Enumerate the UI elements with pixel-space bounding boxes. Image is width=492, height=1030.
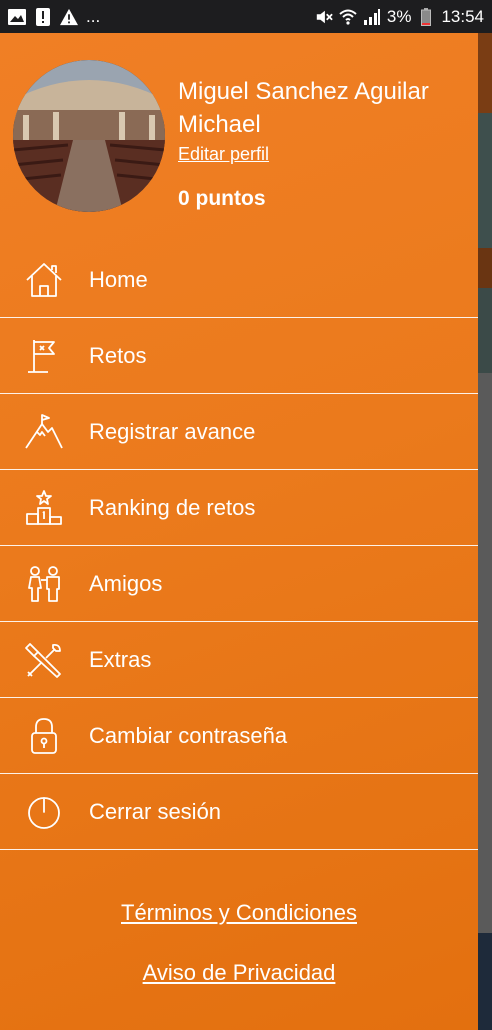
menu-item-ranking-de-retos[interactable]: Ranking de retos (0, 470, 478, 546)
signal-icon (363, 8, 381, 26)
menu-item-amigos[interactable]: Amigos (0, 546, 478, 622)
terms-link[interactable]: Términos y Condiciones (0, 900, 478, 926)
menu-item-retos[interactable]: Retos (0, 318, 478, 394)
menu-item-extras[interactable]: Extras (0, 622, 478, 698)
navigation-drawer: Miguel Sanchez Aguilar Michael Editar pe… (0, 33, 478, 1030)
mountain-icon (24, 412, 64, 452)
tools-icon (24, 640, 64, 680)
clock: 13:54 (441, 6, 484, 26)
warning-notification-icon (60, 8, 78, 26)
power-icon (24, 792, 64, 832)
menu-item-home[interactable]: Home (0, 242, 478, 318)
gallery-notification-icon (8, 8, 26, 26)
alert-notification-icon (34, 7, 52, 26)
underlying-screen[interactable] (476, 33, 492, 1030)
edit-profile-link[interactable]: Editar perfil (178, 144, 269, 165)
profile-header: Miguel Sanchez Aguilar Michael Editar pe… (0, 33, 478, 243)
menu-item-label: Registrar avance (89, 418, 256, 444)
lock-icon (24, 716, 64, 756)
battery-icon (417, 7, 435, 26)
mute-icon (315, 8, 333, 26)
menu-item-label: Ranking de retos (89, 494, 256, 520)
battery-percent: 3% (386, 6, 412, 26)
menu-item-cerrar-sesion[interactable]: Cerrar sesión (0, 774, 478, 850)
menu-item-registrar-avance[interactable]: Registrar avance (0, 394, 478, 470)
menu-item-label: Extras (89, 646, 152, 672)
privacy-link[interactable]: Aviso de Privacidad (0, 960, 478, 986)
flag-icon (24, 336, 64, 376)
more-notifications: ... (86, 6, 101, 26)
menu-item-cambiar-contrasena[interactable]: Cambiar contraseña (0, 698, 478, 774)
points-label: 0 puntos (178, 187, 266, 210)
wifi-icon (339, 8, 357, 26)
avatar[interactable] (13, 60, 165, 212)
menu-item-label: Retos (89, 342, 147, 368)
friends-icon (24, 564, 64, 604)
menu-item-label: Cerrar sesión (89, 798, 222, 824)
status-bar: ... 3% 13:54 (0, 0, 492, 33)
user-name: Miguel Sanchez Aguilar Michael (178, 78, 429, 138)
home-icon (24, 260, 64, 300)
menu-item-label: Home (89, 266, 148, 292)
menu-item-label: Cambiar contraseña (89, 722, 288, 748)
menu-item-label: Amigos (89, 570, 163, 596)
drawer-menu: Home Retos Registrar avance Ranking de r… (0, 242, 478, 850)
podium-icon (24, 488, 64, 528)
